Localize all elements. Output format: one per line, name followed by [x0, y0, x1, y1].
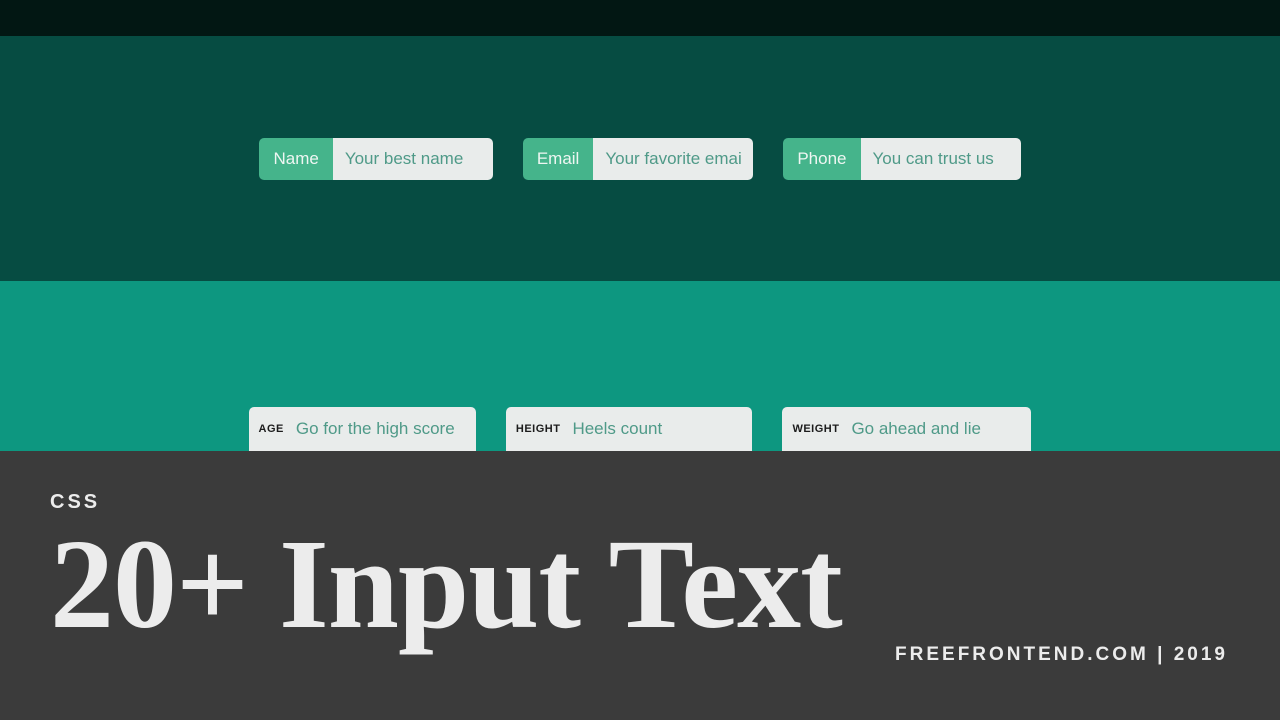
footer-section: CSS 20+ Input Text FREEFRONTEND.COM | 20…: [0, 451, 1280, 720]
top-bar: [0, 0, 1280, 36]
input-row-style-b: AGE HEIGHT WEIGHT: [0, 281, 1280, 451]
name-label: Name: [259, 138, 332, 180]
weight-label: WEIGHT: [792, 423, 839, 435]
kicker-text: CSS: [50, 491, 1230, 514]
phone-input[interactable]: [861, 138, 1021, 180]
phone-field-group: Phone: [783, 138, 1020, 180]
phone-label: Phone: [783, 138, 860, 180]
input-row-style-a: Name Email Phone: [0, 36, 1280, 281]
email-field-group: Email: [523, 138, 754, 180]
age-field-group: AGE: [249, 407, 476, 451]
brand-credit: FREEFRONTEND.COM | 2019: [895, 644, 1228, 666]
page-title: 20+ Input Text: [50, 520, 1230, 648]
height-label: HEIGHT: [516, 423, 561, 435]
email-input[interactable]: [593, 138, 753, 180]
height-input[interactable]: [572, 419, 742, 439]
weight-field-group: WEIGHT: [782, 407, 1031, 451]
height-field-group: HEIGHT: [506, 407, 753, 451]
name-field-group: Name: [259, 138, 492, 180]
age-input[interactable]: [296, 419, 466, 439]
age-label: AGE: [259, 423, 284, 435]
email-label: Email: [523, 138, 594, 180]
name-input[interactable]: [333, 138, 493, 180]
weight-input[interactable]: [851, 419, 1021, 439]
